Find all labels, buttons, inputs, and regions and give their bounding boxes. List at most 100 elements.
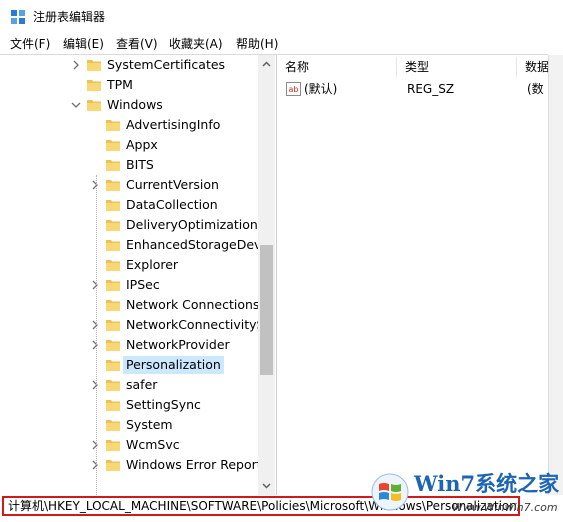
folder-icon	[106, 360, 120, 371]
chevron-right-icon[interactable]	[89, 279, 101, 291]
svg-text:ab: ab	[289, 85, 299, 94]
folder-icon	[106, 200, 120, 211]
tree-item-label: Network Connections	[126, 297, 260, 312]
tree-scrollbar[interactable]	[258, 55, 275, 495]
tree-item-label: AdvertisingInfo	[126, 117, 221, 132]
folder-icon	[106, 260, 120, 271]
watermark-title: Win7系统之家	[414, 471, 560, 496]
tree-item[interactable]: System	[0, 415, 258, 435]
tree-item-label: SettingSync	[126, 397, 201, 412]
column-data[interactable]: 数据	[517, 57, 548, 77]
key-tree-pane[interactable]: SystemCertificates TPM Windows AdvertisingI…	[0, 55, 277, 495]
menu-edit[interactable]: 编辑(E)	[63, 36, 104, 52]
column-type[interactable]: 类型	[397, 57, 517, 77]
folder-icon	[106, 220, 120, 231]
tree-item-label: Personalization	[123, 356, 224, 374]
tree-item-label: EnhancedStorageDevic	[126, 237, 272, 252]
list-scroll-edge	[548, 55, 563, 495]
folder-icon	[106, 180, 120, 191]
title-bar[interactable]: 注册表编辑器	[0, 0, 563, 34]
tree-item[interactable]: IPSec	[0, 275, 258, 295]
chevron-down-icon[interactable]	[70, 99, 82, 111]
tree-item-label: DataCollection	[126, 197, 218, 212]
tree-item[interactable]: safer	[0, 375, 258, 395]
tree-item-label: Windows Error Report	[126, 457, 262, 472]
value-name: (默认)	[304, 82, 338, 96]
folder-icon	[106, 300, 120, 311]
regedit-icon	[11, 10, 25, 24]
tree-item[interactable]: AdvertisingInfo	[0, 115, 258, 135]
tree-item-label: DeliveryOptimization	[126, 217, 258, 232]
chevron-right-icon[interactable]	[89, 179, 101, 191]
value-data: (数	[527, 82, 544, 96]
folder-icon	[106, 440, 120, 451]
folder-icon	[87, 60, 101, 71]
value-list-pane[interactable]: 名称 类型 数据 ab (默认) REG_SZ (数	[277, 55, 548, 495]
tree-item-label: WcmSvc	[126, 437, 180, 452]
tree-item[interactable]: SettingSync	[0, 395, 258, 415]
folder-icon	[106, 120, 120, 131]
tree-item-label: Explorer	[126, 257, 179, 272]
folder-icon	[106, 460, 120, 471]
tree-item[interactable]: Appx	[0, 135, 258, 155]
menu-bar: 文件(F) 编辑(E) 查看(V) 收藏夹(A) 帮助(H)	[0, 34, 563, 54]
chevron-right-icon[interactable]	[89, 339, 101, 351]
tree-guide-line	[96, 175, 97, 495]
tree-item[interactable]: BITS	[0, 155, 258, 175]
tree-item-label: BITS	[126, 157, 154, 172]
tree-item-label: NetworkConnectivitySt	[126, 317, 270, 332]
menu-favorites[interactable]: 收藏夹(A)	[169, 36, 223, 52]
folder-icon	[106, 420, 120, 431]
tree-item[interactable]: SystemCertificates	[0, 55, 258, 75]
tree-item[interactable]: Windows Error Report	[0, 455, 262, 475]
window-title: 注册表编辑器	[33, 10, 106, 24]
value-type: REG_SZ	[407, 82, 455, 96]
tree-item[interactable]: Explorer	[0, 255, 258, 275]
tree-item[interactable]: NetworkConnectivitySt	[0, 315, 269, 335]
tree-item[interactable]: DataCollection	[0, 195, 258, 215]
chevron-right-icon[interactable]	[89, 379, 101, 391]
tree-item[interactable]: Network Connections	[0, 295, 259, 315]
scroll-down-icon[interactable]	[262, 481, 271, 490]
tree-item[interactable]: WcmSvc	[0, 435, 258, 455]
folder-icon	[106, 160, 120, 171]
tree-item-label: Appx	[126, 137, 158, 152]
scroll-up-icon[interactable]	[262, 60, 271, 69]
tree-item-label: TPM	[107, 77, 133, 92]
folder-icon	[106, 280, 120, 291]
tree-item-label: System	[126, 417, 173, 432]
tree-item-label: SystemCertificates	[107, 57, 226, 72]
folder-icon	[106, 240, 120, 251]
tree-item[interactable]: EnhancedStorageDevic	[0, 235, 272, 255]
chevron-right-icon[interactable]	[70, 59, 82, 71]
folder-icon	[87, 100, 101, 111]
folder-icon	[106, 340, 120, 351]
tree-item-label: NetworkProvider	[126, 337, 230, 352]
folder-icon	[87, 80, 101, 91]
folder-icon	[106, 140, 120, 151]
watermark-logo: Win7系统之家 Www.Winwin7.com	[368, 470, 560, 520]
chevron-right-icon[interactable]	[89, 439, 101, 451]
folder-icon	[106, 320, 120, 331]
chevron-right-icon[interactable]	[89, 319, 101, 331]
tree-item-label: safer	[126, 377, 158, 392]
tree-item[interactable]: DeliveryOptimization	[0, 215, 258, 235]
chevron-right-icon[interactable]	[89, 459, 101, 471]
tree-item-label: IPSec	[126, 277, 160, 292]
tree-scroll-thumb[interactable]	[260, 245, 273, 375]
menu-file[interactable]: 文件(F)	[10, 36, 50, 52]
tree-item[interactable]: NetworkProvider	[0, 335, 258, 355]
value-row[interactable]: ab (默认) REG_SZ (数	[277, 79, 548, 99]
menu-help[interactable]: 帮助(H)	[236, 36, 278, 52]
tree-item[interactable]: TPM	[0, 75, 258, 95]
menu-view[interactable]: 查看(V)	[116, 36, 158, 52]
tree-item-label: Windows	[107, 97, 163, 112]
column-name[interactable]: 名称	[277, 57, 397, 77]
tree-item[interactable]: CurrentVersion	[0, 175, 258, 195]
string-value-icon: ab	[286, 82, 301, 96]
windows-flag-icon	[371, 473, 409, 511]
folder-icon	[106, 380, 120, 391]
tree-item[interactable]: Personalization	[0, 355, 258, 375]
tree-item-label: CurrentVersion	[126, 177, 219, 192]
tree-item[interactable]: Windows	[0, 95, 258, 115]
